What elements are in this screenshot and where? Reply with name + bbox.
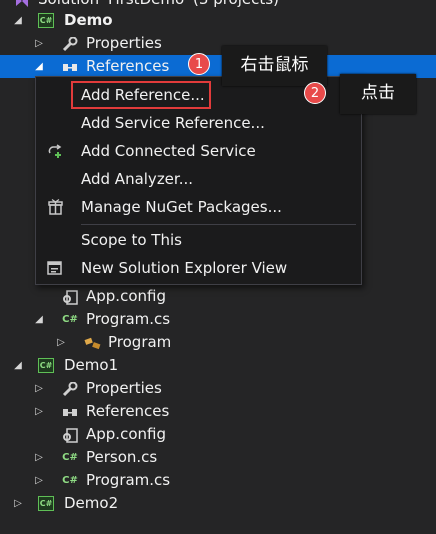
solution-icon	[14, 0, 30, 7]
csharp-project-icon: C#	[38, 13, 54, 28]
menu-item-scope-to-this[interactable]: Scope to This	[36, 226, 361, 254]
collapsed-arrow-icon[interactable]: ▷	[33, 469, 45, 492]
tree-item-demo2[interactable]: ▷ C# Demo2	[0, 492, 436, 515]
tree-item-demo1[interactable]: ◢ C# Demo1	[0, 354, 436, 377]
menu-item-add-service-reference[interactable]: Add Service Reference...	[36, 109, 361, 137]
tree-item-demo[interactable]: ◢ C# Demo	[0, 9, 436, 32]
wrench-icon	[62, 36, 78, 52]
tree-item-demo-app-config[interactable]: App.config	[0, 285, 436, 308]
menu-item-label: Add Service Reference...	[81, 114, 265, 132]
tree-item-label: References	[86, 57, 170, 75]
tree-item-demo-program-cs[interactable]: ◢ C# Program.cs	[0, 308, 436, 331]
tree-item-demo1-references[interactable]: ▷ References	[0, 400, 436, 423]
new-window-icon	[47, 260, 64, 276]
menu-item-label: New Solution Explorer View	[81, 259, 288, 277]
menu-item-add-analyzer[interactable]: Add Analyzer...	[36, 165, 361, 193]
collapsed-arrow-icon[interactable]: ▷	[33, 446, 45, 469]
tree-item-label: Program	[108, 333, 172, 351]
collapsed-arrow-icon[interactable]: ▷	[33, 32, 45, 55]
menu-separator	[81, 224, 356, 225]
tree-item-label: Demo1	[64, 356, 119, 374]
connected-service-icon	[47, 143, 64, 159]
expanded-arrow-icon[interactable]: ◢	[12, 354, 24, 377]
nuget-package-icon	[47, 199, 64, 215]
annotation-badge-2: 2	[304, 82, 326, 104]
tree-item-label: Properties	[86, 34, 162, 52]
annotation-callout-2: 点击	[340, 74, 416, 114]
collapsed-arrow-icon[interactable]: ▷	[33, 377, 45, 400]
menu-item-add-connected-service[interactable]: Add Connected Service	[36, 137, 361, 165]
tree-item-demo1-properties[interactable]: ▷ Properties	[0, 377, 436, 400]
class-icon	[84, 335, 101, 350]
tree-item-label: References	[86, 402, 170, 420]
tree-item-label: App.config	[86, 287, 166, 305]
wrench-icon	[62, 381, 78, 397]
csharp-file-icon: C#	[62, 314, 78, 325]
expanded-arrow-icon[interactable]: ◢	[33, 308, 45, 331]
tree-item-demo-program-class[interactable]: ▷ Program	[0, 331, 436, 354]
tree-item-demo1-program-cs[interactable]: ▷ C# Program.cs	[0, 469, 436, 492]
menu-item-manage-nuget[interactable]: Manage NuGet Packages...	[36, 193, 361, 221]
csharp-project-icon: C#	[38, 496, 54, 511]
collapsed-arrow-icon[interactable]: ▷	[55, 331, 67, 354]
menu-item-new-solution-explorer-view[interactable]: New Solution Explorer View	[36, 254, 361, 282]
tree-item-label: Demo	[64, 11, 113, 29]
tree-item-demo1-app-config[interactable]: App.config	[0, 423, 436, 446]
menu-item-label: Add Analyzer...	[81, 170, 194, 188]
annotation-badge-1: 1	[188, 53, 210, 75]
tree-item-demo-properties[interactable]: ▷ Properties	[0, 32, 436, 55]
tree-item-demo1-person-cs[interactable]: ▷ C# Person.cs	[0, 446, 436, 469]
menu-item-label: Manage NuGet Packages...	[81, 198, 282, 216]
tree-item-label: Program.cs	[86, 310, 171, 328]
menu-item-label: Scope to This	[81, 231, 182, 249]
tree-item-label: Person.cs	[86, 448, 158, 466]
collapsed-arrow-icon[interactable]: ▷	[33, 400, 45, 423]
menu-item-label: Add Connected Service	[81, 142, 256, 160]
annotation-highlight-box	[71, 81, 211, 109]
references-icon	[62, 59, 78, 74]
annotation-callout-1: 右击鼠标	[222, 46, 327, 86]
tree-item-label: Demo2	[64, 494, 119, 512]
config-file-icon	[62, 289, 78, 305]
references-icon	[62, 404, 78, 419]
csharp-file-icon: C#	[62, 475, 78, 486]
csharp-project-icon: C#	[38, 358, 54, 373]
tree-item-label: Properties	[86, 379, 162, 397]
collapsed-arrow-icon[interactable]: ▷	[12, 492, 24, 515]
expanded-arrow-icon[interactable]: ◢	[33, 55, 45, 78]
expanded-arrow-icon[interactable]: ◢	[12, 9, 24, 32]
csharp-file-icon: C#	[62, 452, 78, 463]
config-file-icon	[62, 427, 78, 443]
tree-item-label: App.config	[86, 425, 166, 443]
tree-item-label: Program.cs	[86, 471, 171, 489]
